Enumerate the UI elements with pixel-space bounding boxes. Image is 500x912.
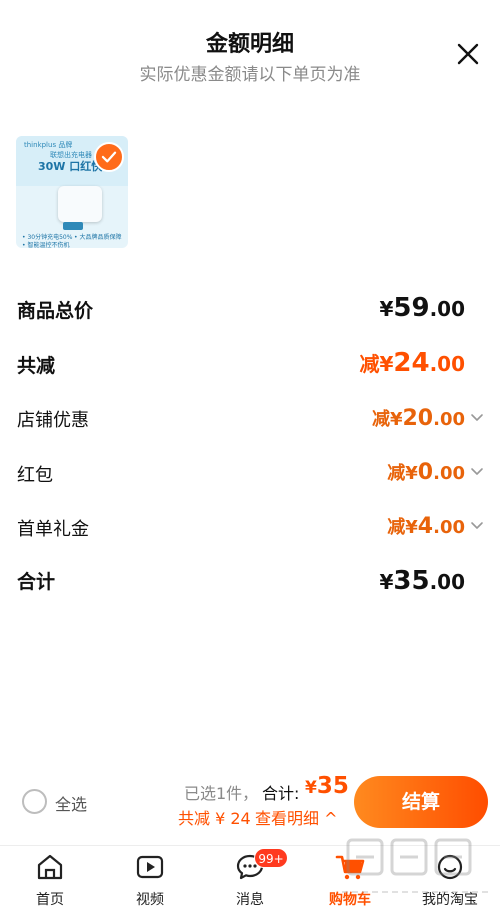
tab-label: 购物车	[329, 892, 371, 908]
tab-home[interactable]: 首页	[0, 846, 100, 912]
page-title: 金额明细	[205, 32, 294, 57]
chevron-down-icon[interactable]	[470, 519, 484, 533]
discount-total-value: 减¥24.00	[359, 348, 465, 378]
selected-count: 已选1件，	[184, 784, 259, 803]
first-order-gift-label: 首单礼金	[17, 519, 89, 540]
close-icon[interactable]	[452, 38, 484, 70]
sheet-header: 金额明细 实际优惠金额请以下单页为准	[0, 0, 500, 100]
video-icon	[136, 855, 164, 879]
total-price-label: 商品总价	[17, 300, 94, 322]
discount-summary: 共减 ¥ 24	[178, 809, 251, 828]
tab-cart[interactable]: 购物车	[300, 846, 400, 912]
first-order-gift-value: 减¥4.00	[387, 514, 465, 539]
chevron-down-icon[interactable]	[470, 465, 484, 479]
home-icon	[37, 854, 63, 880]
red-packet-label: 红包	[17, 465, 53, 486]
view-detail-link[interactable]: 查看明细 ^	[255, 805, 338, 829]
total-amount: ¥35	[305, 773, 349, 799]
tab-video[interactable]: 视频	[100, 846, 200, 912]
red-packet-value: 减¥0.00	[387, 460, 465, 485]
thumb-brand: thinkplus 品牌	[24, 141, 73, 149]
thumb-feature: • 智能温控不伤机	[22, 242, 70, 248]
shop-discount-label: 店铺优惠	[17, 410, 89, 431]
profile-icon	[437, 854, 463, 880]
thumb-headline: 30W 口红快	[38, 160, 103, 173]
checkmark-icon[interactable]	[94, 142, 124, 172]
tab-label: 视频	[136, 892, 164, 908]
total-price-value: ¥59.00	[379, 293, 465, 323]
checkout-button[interactable]: 结算	[354, 776, 488, 828]
charger-image	[58, 186, 102, 222]
bottom-tab-bar: 首页 视频 消息 99+ 购物车 我的淘宝	[0, 845, 500, 912]
tab-profile[interactable]: 我的淘宝	[400, 846, 500, 912]
tab-label: 我的淘宝	[422, 892, 478, 908]
tab-label: 消息	[236, 892, 264, 908]
page-subtitle: 实际优惠金额请以下单页为准	[139, 65, 361, 85]
select-all-radio[interactable]	[22, 789, 47, 814]
discount-total-label: 共减	[17, 355, 56, 377]
shop-discount-value: 减¥20.00	[371, 406, 465, 431]
thumb-feature: • 大品牌品质保障	[74, 234, 122, 241]
cart-icon	[335, 855, 365, 880]
total-label: 合计:	[262, 784, 300, 803]
tab-label: 首页	[36, 892, 64, 908]
charger-tag	[63, 222, 83, 230]
grand-total-value: ¥35.00	[379, 566, 465, 596]
chevron-down-icon[interactable]	[470, 411, 484, 425]
message-badge: 99+	[254, 848, 288, 868]
grand-total-label: 合计	[17, 571, 56, 593]
select-all-label[interactable]: 全选	[55, 791, 87, 815]
